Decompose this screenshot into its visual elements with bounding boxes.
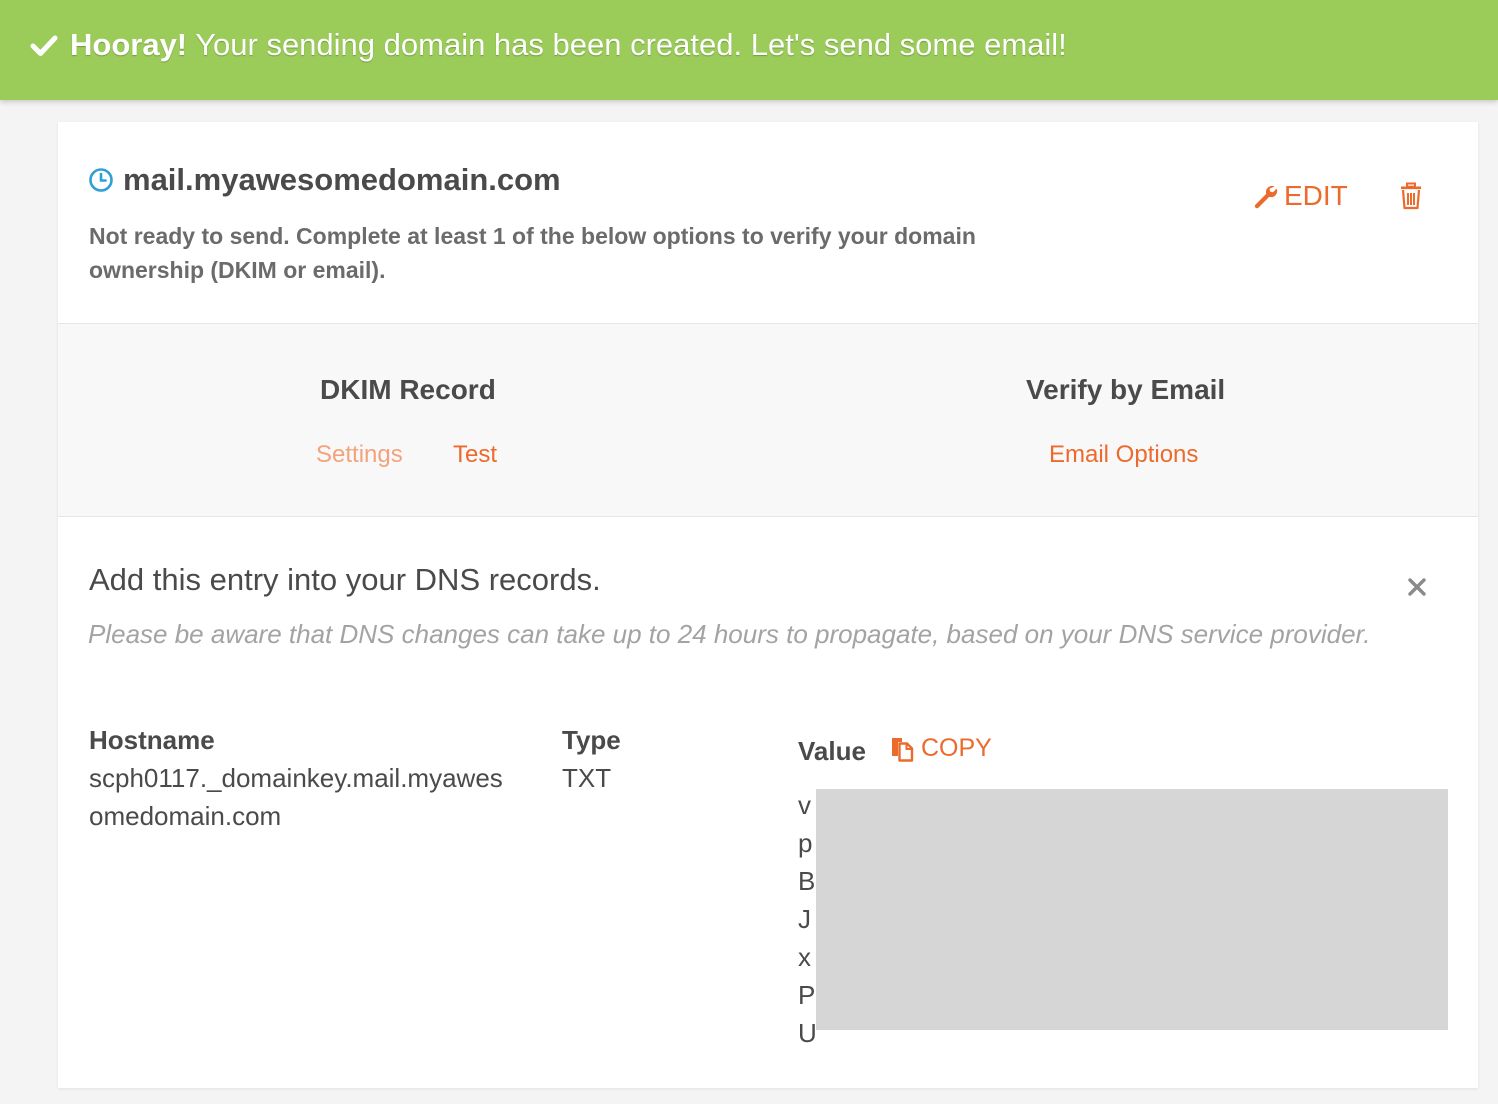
copy-icon (892, 737, 914, 762)
edit-button[interactable]: EDIT (1252, 180, 1348, 212)
domain-card: mail.myawesomedomain.com Not ready to se… (58, 122, 1478, 1088)
redacted-value-overlay (816, 789, 1448, 1030)
clock-icon (89, 168, 113, 192)
dkim-record-title: DKIM Record (320, 374, 496, 405)
hostname-label: Hostname (89, 725, 215, 755)
tab-dkim-test[interactable]: Test (453, 441, 497, 469)
verification-options: DKIM Record Settings Test Verify by Emai… (58, 324, 1478, 517)
tab-dkim-settings[interactable]: Settings (316, 441, 403, 469)
success-banner: Hooray! Your sending domain has been cre… (0, 0, 1498, 100)
banner-message: Hooray! Your sending domain has been cre… (70, 27, 1067, 63)
edit-label: EDIT (1284, 180, 1348, 211)
domain-title-row: mail.myawesomedomain.com (88, 162, 561, 198)
close-icon[interactable] (1406, 576, 1428, 598)
email-options-link[interactable]: Email Options (1049, 441, 1198, 469)
domain-name: mail.myawesomedomain.com (123, 162, 561, 197)
hostname-value: scph0117._domainkey.mail.myawesomedomain… (89, 763, 503, 831)
copy-label: COPY (921, 734, 992, 762)
trash-icon[interactable] (1398, 182, 1424, 210)
domain-status: Not ready to send. Complete at least 1 o… (89, 223, 976, 283)
value-label: Value (798, 736, 866, 766)
check-icon (30, 35, 58, 56)
copy-button[interactable]: COPY (890, 734, 992, 763)
banner-text: Your sending domain has been created. Le… (187, 27, 1067, 62)
wrench-icon (1254, 185, 1278, 209)
dns-title: Add this entry into your DNS records. (89, 562, 601, 597)
type-value: TXT (562, 763, 612, 793)
domain-header: mail.myawesomedomain.com Not ready to se… (58, 122, 1478, 324)
type-label: Type (562, 725, 621, 755)
verify-email-title: Verify by Email (1026, 374, 1226, 405)
banner-strong: Hooray! (70, 27, 188, 62)
dns-propagation-note: Please be aware that DNS changes can tak… (88, 619, 1371, 649)
